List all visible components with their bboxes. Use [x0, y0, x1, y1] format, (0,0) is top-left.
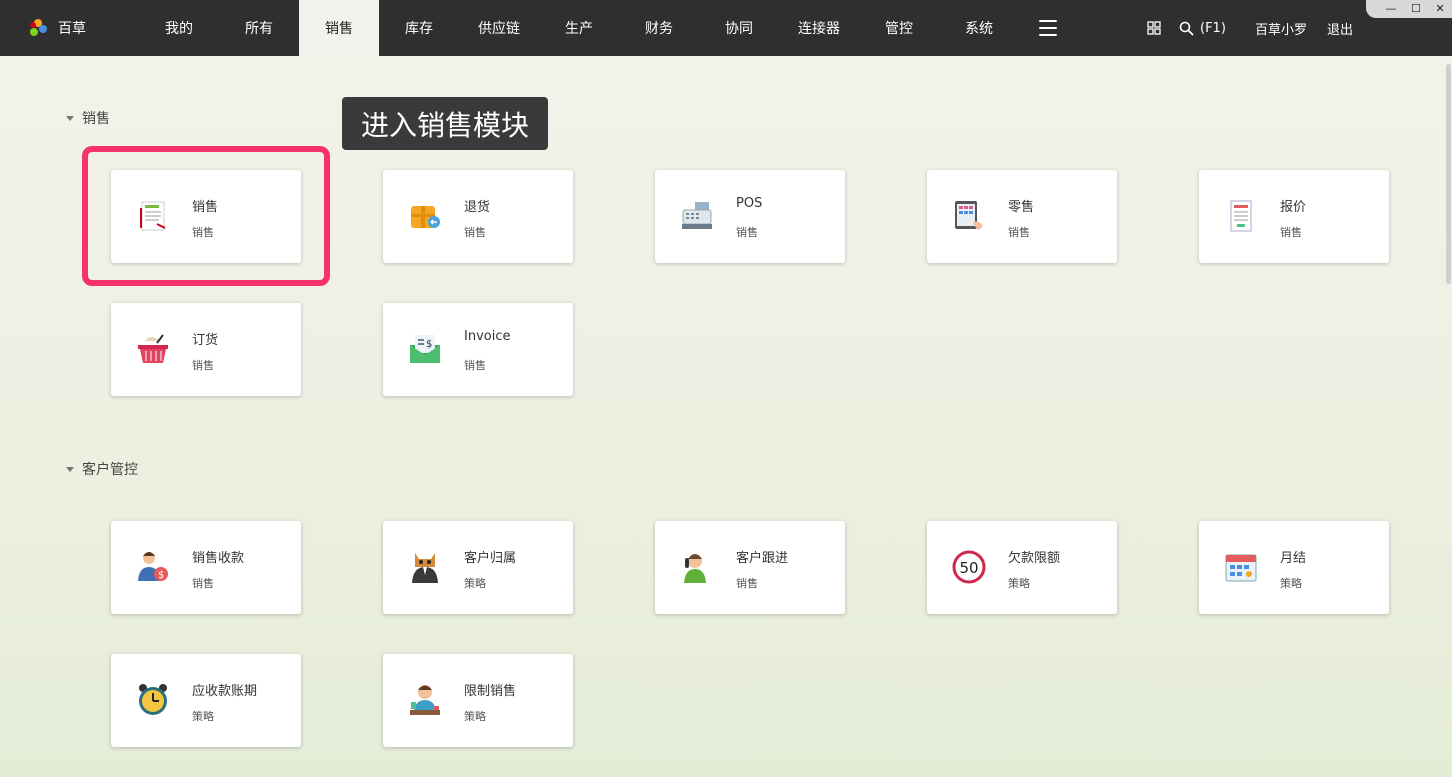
- tile-subtitle: 策略: [464, 710, 486, 723]
- section-title: 销售: [82, 111, 110, 127]
- nav-tab-connector[interactable]: 连接器: [779, 0, 859, 56]
- tile-title: 应收款账期: [192, 684, 258, 699]
- sales-order-icon: [140, 201, 166, 231]
- menu-hamburger-icon[interactable]: [1039, 20, 1057, 36]
- pinwheel-logo-icon: [30, 19, 47, 36]
- window-controls: — ☐ ✕: [1366, 0, 1452, 18]
- tile-title: 限制销售: [464, 684, 517, 699]
- payment-person-icon: $: [138, 552, 168, 581]
- tile-receivable-term[interactable]: 应收款账期 策略: [111, 654, 301, 747]
- limit-50-icon: 50: [952, 550, 986, 584]
- close-button[interactable]: ✕: [1435, 0, 1444, 18]
- tile-subtitle: 策略: [464, 577, 486, 590]
- nav-tab-production[interactable]: 生产: [539, 0, 619, 56]
- nav-tab-sales[interactable]: 销售: [299, 0, 379, 56]
- tile-subtitle: 销售: [464, 226, 486, 239]
- tooltip: 进入销售模块: [342, 97, 548, 150]
- quotation-icon: [1230, 200, 1252, 232]
- scrollbar[interactable]: [1444, 56, 1452, 777]
- shopping-basket-icon: [138, 334, 168, 363]
- search-button[interactable]: (F1): [1179, 0, 1226, 56]
- tile-subtitle: 销售: [736, 577, 758, 590]
- nav-tab-all[interactable]: 所有: [219, 0, 299, 56]
- tile-title: 零售: [1008, 200, 1035, 215]
- section-title: 客户管控: [82, 462, 138, 478]
- phone-call-icon: [684, 554, 706, 583]
- tile-subtitle: 销售: [736, 226, 758, 239]
- limit-number: 50: [959, 559, 978, 577]
- tile-quotation[interactable]: 报价 销售: [1199, 170, 1389, 263]
- tile-title: 报价: [1280, 200, 1307, 215]
- tile-sales[interactable]: 销售 销售: [111, 170, 301, 263]
- maximize-button[interactable]: ☐: [1411, 0, 1421, 18]
- tile-title: 客户归属: [464, 551, 517, 566]
- tile-customer-followup[interactable]: 客户跟进 销售: [655, 521, 845, 614]
- search-shortcut-label: (F1): [1200, 20, 1226, 36]
- tile-subtitle: 销售: [192, 359, 214, 372]
- search-icon: [1179, 21, 1194, 36]
- invoice-envelope-icon: $: [410, 335, 440, 363]
- tile-return[interactable]: 退货 销售: [383, 170, 573, 263]
- section-header-sales[interactable]: 销售: [66, 108, 110, 128]
- app-logo[interactable]: 百草: [28, 16, 86, 40]
- cash-register-icon: [682, 202, 712, 229]
- tile-subtitle: 策略: [1008, 577, 1030, 590]
- nav-tab-control[interactable]: 管控: [859, 0, 939, 56]
- svg-text:$: $: [158, 570, 164, 581]
- nav-tab-mine[interactable]: 我的: [139, 0, 219, 56]
- nav-tab-system[interactable]: 系统: [939, 0, 1019, 56]
- tile-pos[interactable]: POS 销售: [655, 170, 845, 263]
- tile-subtitle: 策略: [1280, 577, 1302, 590]
- tile-subtitle: 销售: [1008, 226, 1030, 239]
- tile-title: 欠款限额: [1008, 551, 1061, 566]
- tile-retail[interactable]: 零售 销售: [927, 170, 1117, 263]
- nav-tab-supply-chain[interactable]: 供应链: [459, 0, 539, 56]
- tile-title: 月结: [1280, 551, 1307, 566]
- scrollbar-thumb[interactable]: [1446, 64, 1451, 284]
- logout-button[interactable]: 退出: [1327, 0, 1353, 56]
- tile-monthly-settlement[interactable]: 月结 策略: [1199, 521, 1389, 614]
- tile-customer-ownership[interactable]: 客户归属 策略: [383, 521, 573, 614]
- tile-order[interactable]: 订货 销售: [111, 303, 301, 396]
- tile-sales-collection[interactable]: $ 销售收款 销售: [111, 521, 301, 614]
- owner-cat-icon: [412, 553, 438, 583]
- tile-restricted-sales[interactable]: 限制销售 策略: [383, 654, 573, 747]
- tile-title: 订货: [192, 333, 219, 348]
- tile-subtitle: 销售: [192, 577, 214, 590]
- restricted-sales-icon: [410, 685, 440, 715]
- tile-title: 退货: [464, 200, 491, 215]
- alarm-clock-icon: [139, 684, 167, 715]
- top-navigation-bar: 百草 我的 所有 销售 库存 供应链 生产 财务 协同 连接器 管控 系统 (F…: [0, 0, 1452, 56]
- svg-text:$: $: [426, 339, 432, 350]
- user-name[interactable]: 百草小罗: [1255, 0, 1307, 56]
- minimize-button[interactable]: —: [1385, 0, 1396, 18]
- grid-apps-button[interactable]: [1147, 0, 1161, 56]
- grid-icon: [1147, 21, 1161, 35]
- tile-credit-limit[interactable]: 50 欠款限额 策略: [927, 521, 1117, 614]
- tile-subtitle: 策略: [192, 710, 214, 723]
- tile-title: 销售: [192, 200, 219, 215]
- tile-title: Invoice: [464, 329, 511, 344]
- nav-tab-collaboration[interactable]: 协同: [699, 0, 779, 56]
- tile-subtitle: 销售: [1280, 226, 1302, 239]
- app-name: 百草: [58, 21, 86, 37]
- collapse-caret-icon: [66, 466, 74, 472]
- tile-subtitle: 销售: [192, 226, 214, 239]
- calendar-icon: [1225, 554, 1257, 582]
- tile-title: POS: [736, 196, 763, 211]
- retail-tablet-icon: [955, 201, 983, 230]
- nav-tab-finance[interactable]: 财务: [619, 0, 699, 56]
- section-header-customer-control[interactable]: 客户管控: [66, 459, 138, 479]
- return-box-icon: [411, 206, 440, 228]
- tile-subtitle: 销售: [464, 359, 486, 372]
- tile-invoice[interactable]: $ Invoice 销售: [383, 303, 573, 396]
- collapse-caret-icon: [66, 115, 74, 121]
- nav-tab-inventory[interactable]: 库存: [379, 0, 459, 56]
- tile-title: 客户跟进: [736, 551, 789, 566]
- tile-title: 销售收款: [192, 551, 245, 566]
